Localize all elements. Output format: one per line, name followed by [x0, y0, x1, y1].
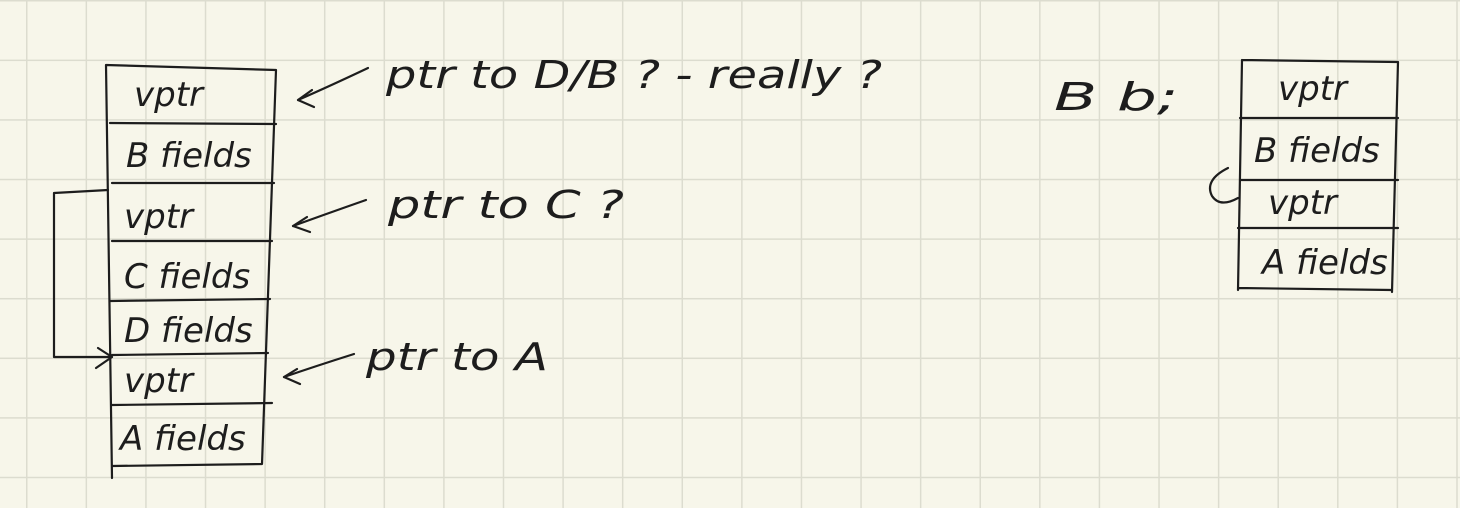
left-stack-divider: [108, 297, 272, 303]
right-declaration-b-b: B b;: [1054, 75, 1178, 119]
left-cell-b-fields: B fields: [126, 136, 252, 176]
annotation-arrow-c: [291, 198, 368, 234]
right-memory-stack: vptr B fields vptr A fields: [1236, 58, 1400, 294]
right-cell-b-fields: B fields: [1254, 131, 1380, 171]
right-cell-vptr-2: vptr: [1268, 183, 1339, 223]
right-curl-arrow: [1208, 166, 1240, 204]
left-cell-c-fields: C fields: [124, 257, 250, 297]
annotation-arrow-a: [282, 352, 356, 386]
annotation-arrow-d-b: [296, 66, 370, 109]
memory-layout-sketch: vptr B fields vptr C fields D fields vpt…: [52, 53, 1400, 480]
left-cell-d-fields: D fields: [124, 311, 253, 351]
annotation-ptr-to-d-b: ptr to D/B ? - really ?: [385, 53, 882, 97]
bracket-connector-line: [52, 188, 114, 359]
right-cell-a-fields: A fields: [1260, 243, 1388, 283]
left-stack-divider: [110, 351, 270, 357]
right-cell-vptr-1: vptr: [1278, 69, 1349, 109]
left-cell-vptr-3: vptr: [124, 361, 195, 401]
annotation-ptr-to-a: ptr to A: [365, 335, 548, 379]
left-stack-divider: [108, 121, 278, 126]
left-cell-a-fields: A fields: [118, 419, 246, 459]
left-memory-stack: vptr B fields vptr C fields D fields vpt…: [104, 63, 278, 480]
left-cell-vptr-2: vptr: [124, 197, 195, 237]
left-stack-divider: [110, 401, 274, 407]
left-cell-vptr-1: vptr: [134, 75, 205, 115]
annotation-ptr-to-c: ptr to C ?: [387, 183, 624, 227]
